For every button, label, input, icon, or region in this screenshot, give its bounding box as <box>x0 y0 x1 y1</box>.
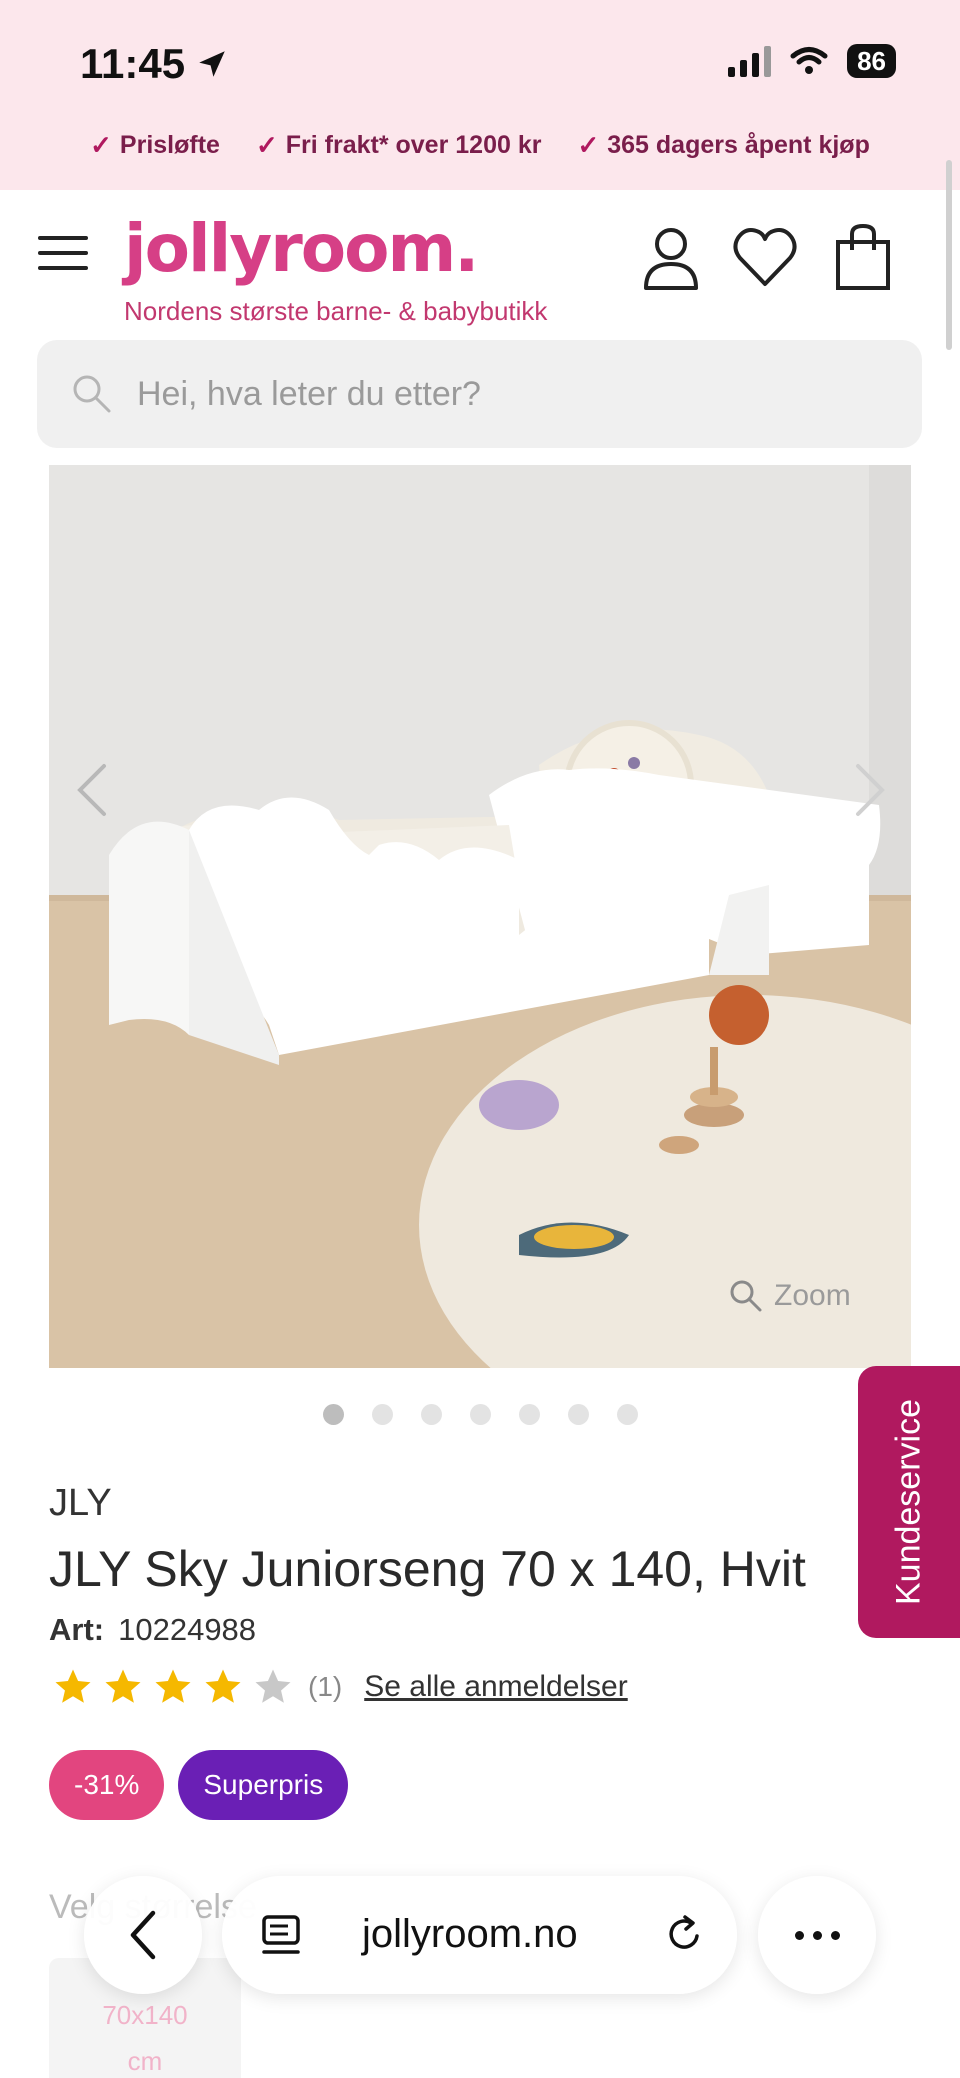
cellular-signal-icon <box>728 45 772 77</box>
article-value: 10224988 <box>118 1612 257 1647</box>
usp-text: Prisløfte <box>119 131 220 159</box>
prev-image-arrow-icon[interactable] <box>72 760 112 820</box>
gallery-dot[interactable] <box>371 1404 393 1425</box>
product-image[interactable] <box>49 465 911 1368</box>
usp-row: ✓ Prisløfte ✓ Fri frakt* over 1200 kr ✓ 365… <box>0 130 960 161</box>
zoom-icon <box>730 1280 762 1312</box>
usp-item: ✓ 365 dagers åpent kjøp <box>577 130 869 161</box>
status-time: 11:45 <box>80 40 229 88</box>
usp-text: Fri frakt* over 1200 kr <box>285 131 542 159</box>
customer-service-label: Kundeservice <box>889 1398 928 1606</box>
tagline: Nordens største barne- & babybutikk <box>124 296 548 326</box>
status-time-text: 11:45 <box>80 40 186 87</box>
chevron-left-icon <box>130 1910 156 1960</box>
status-indicators: 86 <box>728 44 896 78</box>
scrollbar[interactable] <box>946 160 952 350</box>
gallery-dot[interactable] <box>616 1404 638 1425</box>
tabs-overview-icon[interactable] <box>258 1912 304 1958</box>
check-icon: ✓ <box>255 130 278 160</box>
location-arrow-icon <box>199 51 225 77</box>
superpris-badge: Superpris <box>178 1750 349 1820</box>
usp-item: ✓ Prisløfte <box>90 130 220 161</box>
usp-item: ✓ Fri frakt* over 1200 kr <box>256 130 542 161</box>
browser-toolbar: jollyroom.no <box>0 1860 960 2000</box>
star-filled-icon <box>205 1669 241 1703</box>
gallery-dot[interactable] <box>420 1404 442 1425</box>
check-icon: ✓ <box>90 130 112 160</box>
gallery-dot[interactable] <box>469 1404 491 1425</box>
star-empty-icon <box>255 1669 291 1703</box>
more-options-icon[interactable] <box>758 1876 876 1994</box>
url-text: jollyroom.no <box>362 1912 578 1956</box>
logo[interactable]: jollyroom. <box>124 210 479 287</box>
battery-level: 86 <box>857 45 886 76</box>
article-label: Art: <box>49 1612 105 1647</box>
next-image-arrow-icon[interactable] <box>850 760 890 820</box>
star-filled-icon <box>55 1669 91 1703</box>
cart-bag-icon[interactable] <box>828 222 898 292</box>
see-all-reviews-link[interactable]: Se alle anmeldelser <box>364 1670 627 1704</box>
discount-badge: -31% <box>49 1750 165 1820</box>
gallery-dot[interactable] <box>518 1404 540 1425</box>
gallery-dots <box>0 1404 960 1425</box>
page: 11:45 86 ✓ Prisløfte ✓ Fri frakt* over 120… <box>0 0 960 2078</box>
zoom-button[interactable]: Zoom <box>728 1278 851 1314</box>
rating-row: (1) Se alle anmeldelser <box>52 1666 628 1708</box>
star-filled-icon <box>105 1669 141 1703</box>
battery-indicator: 86 <box>847 44 896 78</box>
size-option-line2: cm <box>127 2046 163 2076</box>
reload-icon[interactable] <box>661 1912 707 1958</box>
product-brand[interactable]: JLY <box>49 1482 112 1525</box>
check-icon: ✓ <box>577 130 600 160</box>
search-input[interactable] <box>137 374 837 414</box>
zoom-label: Zoom <box>774 1279 851 1312</box>
product-title: JLY Sky Juniorseng 70 x 140, Hvit <box>49 1541 806 1597</box>
search-icon <box>73 375 111 413</box>
address-bar[interactable]: jollyroom.no <box>222 1876 737 1994</box>
account-icon[interactable] <box>636 222 706 292</box>
back-button[interactable] <box>84 1876 202 1994</box>
article-number: Art: 10224988 <box>49 1612 256 1648</box>
menu-icon[interactable] <box>38 236 88 270</box>
star-filled-icon <box>155 1669 191 1703</box>
wifi-icon <box>790 47 828 74</box>
top-banner: 11:45 86 ✓ Prisløfte ✓ Fri frakt* over 120… <box>0 0 960 190</box>
gallery-dot[interactable] <box>322 1404 344 1425</box>
customer-service-tab[interactable]: Kundeservice <box>858 1366 960 1638</box>
review-count: (1) <box>308 1671 343 1702</box>
badges: -31% Superpris <box>49 1750 349 1820</box>
search-bar[interactable] <box>37 340 922 448</box>
gallery-dot[interactable] <box>567 1404 589 1425</box>
heart-icon[interactable] <box>730 222 800 292</box>
usp-text: 365 dagers åpent kjøp <box>607 131 870 159</box>
